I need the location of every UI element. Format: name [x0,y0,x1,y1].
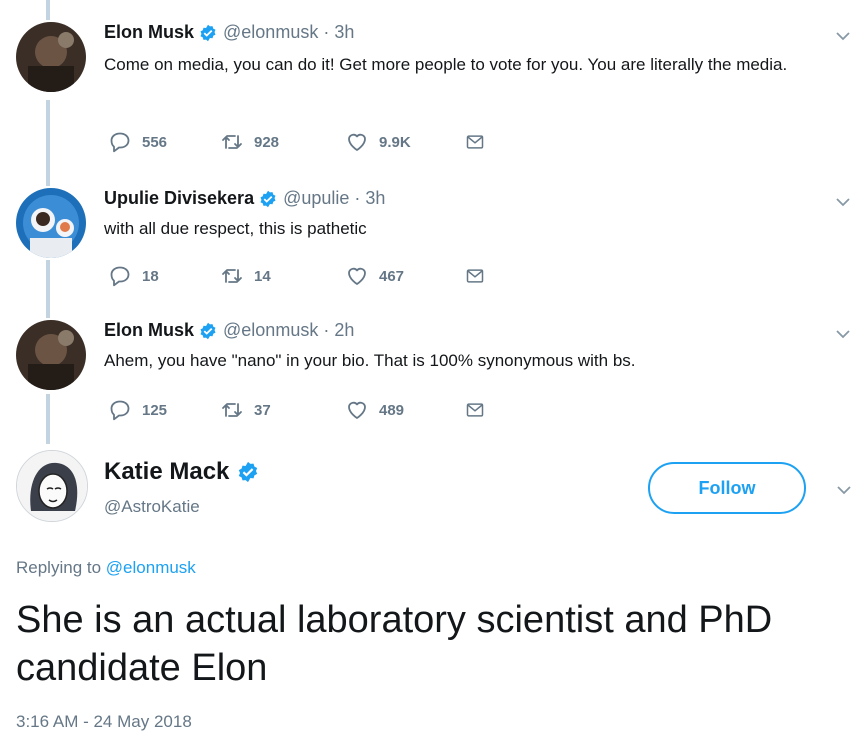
tweet-text: Come on media, you can do it! Get more p… [104,55,788,74]
tweet-actions: 18 14 467 [108,264,495,288]
dm-icon [466,135,484,149]
like-count: 9.9K [379,133,411,151]
tweet-header: Upulie Divisekera @upulie · 3h [104,188,385,209]
verified-icon [259,190,277,208]
avatar[interactable] [16,22,86,92]
tweet-time[interactable]: 3h [334,22,354,43]
tweet-time[interactable]: 3h [365,188,385,209]
dm-button[interactable] [465,264,495,288]
author-name-text[interactable]: Katie Mack [104,458,229,486]
reply-count: 18 [142,267,159,285]
replying-to-link[interactable]: @elonmusk [106,558,196,577]
retweet-button[interactable]: 37 [220,398,345,422]
dm-icon [466,403,484,417]
thread-tweet[interactable]: Elon Musk @elonmusk · 2h Ahem, you have … [0,320,867,430]
verified-icon [199,24,217,42]
separator: · [323,320,330,340]
author-handle[interactable]: @AstroKatie [104,497,200,517]
like-icon [348,133,366,151]
verified-icon [199,322,217,340]
like-count: 489 [379,401,405,419]
follow-button[interactable]: Follow [648,462,806,514]
chevron-down-icon[interactable] [836,482,852,498]
reply-count: 556 [142,133,168,151]
tweet-header: Elon Musk @elonmusk · 2h [104,320,354,341]
reply-button[interactable]: 125 [108,398,220,422]
avatar[interactable] [16,450,88,522]
like-button[interactable]: 9.9K [345,130,465,154]
reply-button[interactable]: 18 [108,264,220,288]
replying-to: Replying to @elonmusk [16,558,196,578]
author-name[interactable]: Elon Musk [104,320,194,341]
retweet-icon [222,135,242,149]
tweet-actions: 556 928 9.9K [108,130,495,154]
like-button[interactable]: 489 [345,398,465,422]
chevron-down-icon[interactable] [835,28,851,44]
reply-icon [110,400,130,421]
retweet-icon [222,269,242,283]
author-handle[interactable]: @elonmusk [223,22,318,43]
author-name[interactable]: Upulie Divisekera [104,188,254,209]
like-count: 467 [379,267,405,285]
author-name[interactable]: Katie Mack [104,458,265,486]
retweet-count: 928 [254,133,280,151]
retweet-button[interactable]: 928 [220,130,345,154]
separator: · [354,188,361,208]
dm-icon [466,269,484,283]
like-icon [348,401,366,419]
thread-tweet[interactable]: Upulie Divisekera @upulie · 3h with all … [0,188,867,298]
tweet-actions: 125 37 489 [108,398,495,422]
author-name[interactable]: Elon Musk [104,22,194,43]
separator: · [323,22,330,42]
main-tweet-text: She is an actual laboratory scientist an… [16,599,773,689]
like-icon [348,267,366,285]
reply-count: 125 [142,401,168,419]
thread-tweet[interactable]: Elon Musk @elonmusk · 3h Come on media, … [0,22,867,162]
dm-button[interactable] [465,130,495,154]
reply-icon [110,132,130,153]
verified-icon [237,461,259,483]
chevron-down-icon[interactable] [835,194,851,210]
chevron-down-icon[interactable] [835,326,851,342]
tweet-text: Ahem, you have "nano" in your bio. That … [104,351,636,370]
dm-button[interactable] [465,398,495,422]
reply-icon [110,266,130,287]
replying-prefix: Replying to [16,558,102,577]
retweet-button[interactable]: 14 [220,264,345,288]
retweet-count: 14 [254,267,271,285]
like-button[interactable]: 467 [345,264,465,288]
tweet-time[interactable]: 2h [334,320,354,341]
reply-button[interactable]: 556 [108,130,220,154]
author-handle[interactable]: @elonmusk [223,320,318,341]
avatar[interactable] [16,320,86,390]
avatar[interactable] [16,188,86,258]
tweet-timestamp[interactable]: 3:16 AM - 24 May 2018 [16,712,192,732]
retweet-count: 37 [254,401,271,419]
tweet-header: Elon Musk @elonmusk · 3h [104,22,354,43]
retweet-icon [222,403,242,417]
author-handle[interactable]: @upulie [283,188,349,209]
thread-line [46,0,50,20]
tweet-text: with all due respect, this is pathetic [104,219,367,238]
